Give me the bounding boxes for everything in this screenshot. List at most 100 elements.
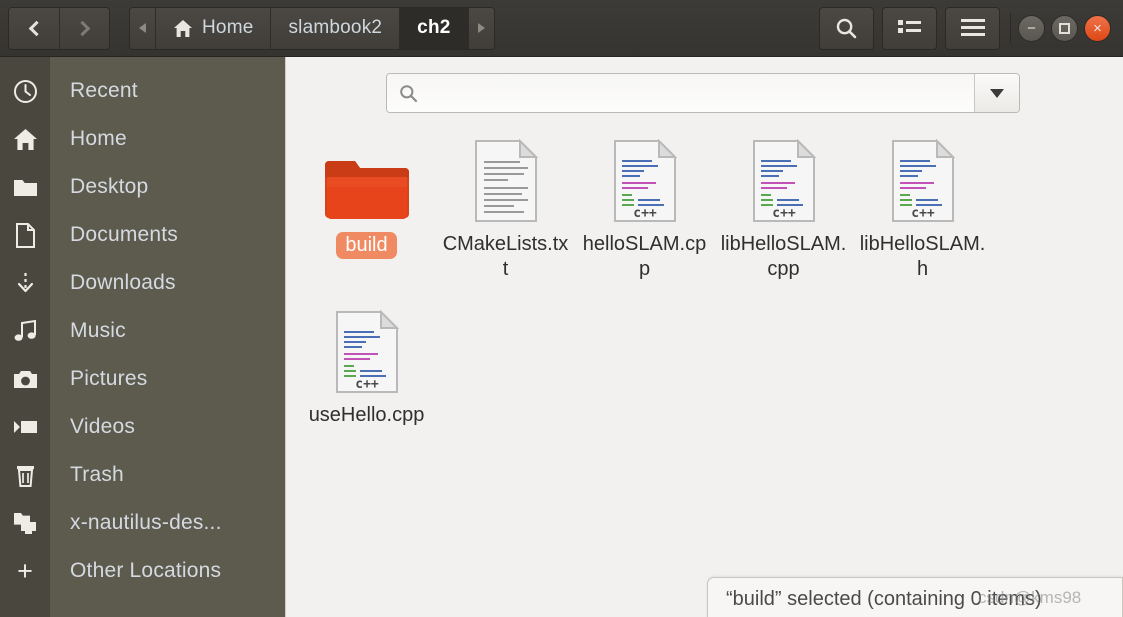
sidebar-item-label: Recent <box>70 79 138 102</box>
list-view-icon <box>898 19 921 33</box>
search-bar <box>386 73 1020 113</box>
music-icon <box>0 319 50 343</box>
triangle-left-icon <box>139 23 146 33</box>
search-icon <box>836 18 857 38</box>
chevron-left-icon <box>28 20 44 36</box>
breadcrumb-item-home[interactable]: Home <box>155 7 271 49</box>
file-name-label: libHelloSLAM.cpp <box>720 233 847 280</box>
sidebar-item-label: x-nautilus-des... <box>70 511 222 534</box>
sidebar-item-downloads[interactable]: Downloads <box>0 259 285 307</box>
trash-icon <box>0 463 50 488</box>
chevron-down-icon <box>990 88 1004 98</box>
file-name-label: libHelloSLAM.h <box>859 233 986 280</box>
navigation-buttons <box>8 6 110 50</box>
file-item-libhelloslam-h[interactable]: c++ libHelloSLAM.h <box>853 125 992 296</box>
cpp-file-icon: c++ <box>752 131 816 223</box>
minimize-icon: − <box>1027 19 1036 37</box>
sidebar-item-documents[interactable]: Documents <box>0 211 285 259</box>
breadcrumb-item-slambook2[interactable]: slambook2 <box>270 7 400 49</box>
close-button[interactable]: × <box>1084 14 1111 42</box>
sidebar-list: Recent Home Desktop Documents Downloads … <box>0 57 285 595</box>
sidebar-item-desktop[interactable]: Desktop <box>0 163 285 211</box>
cpp-file-icon: c++ <box>335 302 399 394</box>
clock-icon <box>0 79 50 104</box>
forward-button[interactable] <box>59 7 109 49</box>
breadcrumb-label: ch2 <box>417 17 451 38</box>
file-item-cmakelists[interactable]: CMakeLists.txt <box>436 125 575 296</box>
menu-button[interactable] <box>945 6 1000 50</box>
maximize-icon <box>1059 22 1070 34</box>
sidebar-item-label: Pictures <box>70 367 148 390</box>
home-icon <box>0 128 50 151</box>
sidebar-item-music[interactable]: Music <box>0 307 285 355</box>
breadcrumb-scroll-right[interactable] <box>467 7 494 49</box>
sidebar-item-home[interactable]: Home <box>0 115 285 163</box>
breadcrumb-item-ch2[interactable]: ch2 <box>399 7 468 49</box>
sidebar-item-label: Desktop <box>70 175 149 198</box>
breadcrumb-scroll-left[interactable] <box>130 7 155 49</box>
sidebar-item-trash[interactable]: Trash <box>0 451 285 499</box>
sidebar-item-label: Home <box>70 127 127 150</box>
file-name-label: useHello.cpp <box>308 404 425 426</box>
file-list-area: build CMakeLists.txt c++ helloSLAM.cpp c… <box>287 57 1123 617</box>
camera-icon <box>0 369 50 390</box>
minimize-button[interactable]: − <box>1018 14 1045 42</box>
close-icon: × <box>1093 19 1102 37</box>
search-input[interactable] <box>426 83 974 103</box>
network-folder-icon <box>0 511 50 535</box>
breadcrumb-label: Home <box>202 17 254 38</box>
toolbar-divider <box>1010 13 1011 43</box>
home-icon <box>173 19 193 38</box>
file-item-helloslam-cpp[interactable]: c++ helloSLAM.cpp <box>575 125 714 296</box>
document-icon <box>0 222 50 248</box>
search-button[interactable] <box>819 6 874 50</box>
cpp-badge-text: c++ <box>772 206 796 221</box>
file-name-label: CMakeLists.txt <box>442 233 569 280</box>
folder-icon <box>0 177 50 198</box>
cpp-badge-text: c++ <box>355 377 379 392</box>
sidebar-item-label: Music <box>70 319 126 342</box>
plus-icon: + <box>17 555 33 586</box>
breadcrumb-label: slambook2 <box>288 17 383 38</box>
folder-icon <box>324 131 409 223</box>
sidebar-item-label: Downloads <box>70 271 176 294</box>
sidebar-item-label: Documents <box>70 223 179 246</box>
maximize-button[interactable] <box>1051 14 1078 42</box>
file-item-libhelloslam-cpp[interactable]: c++ libHelloSLAM.cpp <box>714 125 853 296</box>
sidebar-item-x-nautilus-desktop[interactable]: x-nautilus-des... <box>0 499 285 547</box>
text-file-icon <box>474 131 538 223</box>
view-options-button[interactable] <box>882 6 937 50</box>
cpp-file-icon: c++ <box>891 131 955 223</box>
search-field[interactable] <box>387 74 975 112</box>
status-text: “build” selected (containing 0 items) <box>726 587 1042 610</box>
window-controls: − × <box>1018 14 1111 42</box>
file-item-build[interactable]: build <box>297 125 436 296</box>
cpp-file-icon: c++ <box>613 131 677 223</box>
triangle-right-icon <box>477 23 485 33</box>
file-manager-window: Home slambook2 ch2 − × Recent Home Deskt… <box>0 0 1123 617</box>
sidebar-item-label: Other Locations <box>70 559 222 582</box>
cpp-badge-text: c++ <box>633 206 657 221</box>
cpp-badge-text: c++ <box>911 206 935 221</box>
download-icon <box>0 271 50 296</box>
icon-grid: build CMakeLists.txt c++ helloSLAM.cpp c… <box>297 125 1123 442</box>
video-icon <box>0 418 50 436</box>
breadcrumb: Home slambook2 ch2 <box>129 6 495 50</box>
sidebar-item-other-locations[interactable]: + Other Locations <box>0 547 285 595</box>
file-name-label: helloSLAM.cpp <box>582 233 707 280</box>
search-icon <box>400 84 418 102</box>
sidebar-item-videos[interactable]: Videos <box>0 403 285 451</box>
back-button[interactable] <box>9 7 59 49</box>
file-name-label: build <box>336 232 397 259</box>
search-dropdown-button[interactable] <box>975 74 1019 112</box>
chevron-right-icon <box>74 20 91 36</box>
sidebar: Recent Home Desktop Documents Downloads … <box>0 57 286 617</box>
sidebar-item-label: Trash <box>70 463 124 486</box>
sidebar-item-pictures[interactable]: Pictures <box>0 355 285 403</box>
sidebar-item-recent[interactable]: Recent <box>0 67 285 115</box>
sidebar-item-label: Videos <box>70 415 136 438</box>
status-bar: “build” selected (containing 0 items) <box>707 577 1123 617</box>
hamburger-menu-icon <box>960 19 985 36</box>
toolbar: Home slambook2 ch2 − × <box>0 0 1123 57</box>
file-item-usehello-cpp[interactable]: c++ useHello.cpp <box>297 296 436 442</box>
